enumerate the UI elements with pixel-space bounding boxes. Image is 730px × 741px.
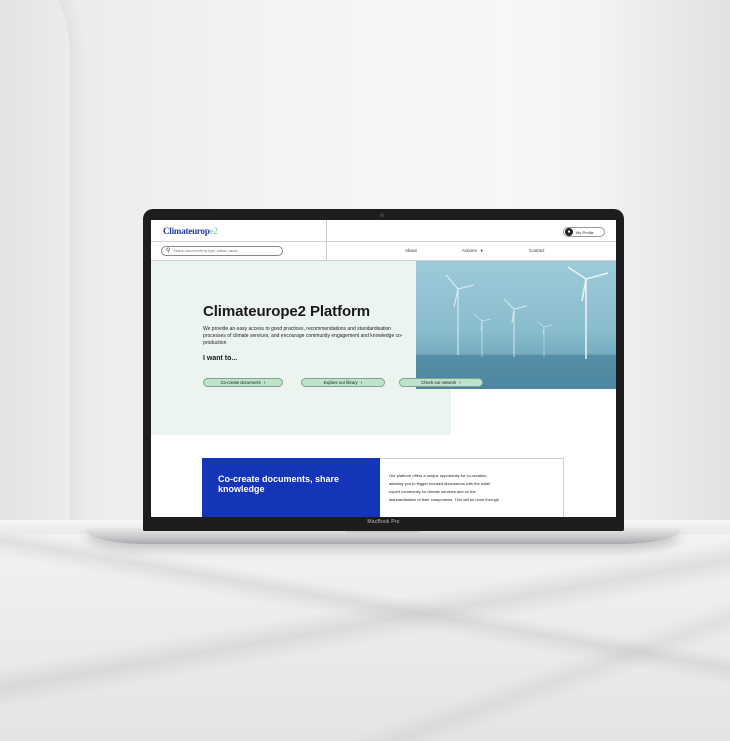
nav-actions-label: Actions xyxy=(462,248,477,253)
search-input[interactable] xyxy=(173,247,274,255)
nav-actions[interactable]: Actions ▼ xyxy=(462,248,484,253)
feature-body-line: expert community on climate services and… xyxy=(389,489,476,494)
co-create-documents-label: Co-create documents xyxy=(220,380,261,385)
nav-about-label: About xyxy=(405,248,417,253)
page-title: Climateurope2 Platform xyxy=(203,303,371,320)
logo-text-main: Climateurop xyxy=(163,226,210,236)
hero-description: We provide an easy access to good practi… xyxy=(203,326,403,346)
explore-library-button[interactable]: Explore our library › xyxy=(301,378,385,387)
wind-turbines-illustration xyxy=(416,266,616,389)
my-profile-label: My Profile xyxy=(576,229,594,235)
feature-body-text: Our platform offers a unique opportunity… xyxy=(389,472,564,504)
search-box[interactable]: ⚲ xyxy=(161,246,283,256)
feature-body-line: allowing you to trigger focused discussi… xyxy=(389,481,491,486)
hero-panel xyxy=(151,261,451,435)
nav-contact[interactable]: Contact xyxy=(529,248,545,253)
feature-body-line: Our platform offers a unique opportunity… xyxy=(389,473,488,478)
nav-contact-label: Contact xyxy=(529,248,545,253)
check-network-label: Check our network xyxy=(421,380,457,385)
user-avatar-icon: ● xyxy=(565,228,573,236)
search-icon: ⚲ xyxy=(166,248,171,254)
section-border-top xyxy=(380,458,564,459)
wall-arch xyxy=(0,0,70,540)
chevron-right-icon: › xyxy=(360,379,363,386)
laptop-lid: Climateurope2 ● My Profile ⚲ About Actio… xyxy=(143,209,624,531)
co-create-feature-card: Co-create documents, share knowledge xyxy=(202,458,380,517)
laptop-chin: MacBook Pro xyxy=(143,517,624,531)
wind-turbines-image xyxy=(416,261,616,389)
nav-about[interactable]: About xyxy=(405,248,417,253)
header-divider-vertical xyxy=(326,220,327,260)
photo-scene: Climateurope2 ● My Profile ⚲ About Actio… xyxy=(0,0,730,741)
site-logo[interactable]: Climateurope2 xyxy=(163,226,218,236)
chevron-down-icon: ▼ xyxy=(479,248,484,253)
i-want-to-heading: I want to... xyxy=(203,355,238,362)
chevron-right-icon: › xyxy=(263,379,266,386)
check-network-button[interactable]: Check our network › xyxy=(399,378,483,387)
co-create-documents-button[interactable]: Co-create documents › xyxy=(203,378,283,387)
marble-surface xyxy=(0,534,730,741)
model-label: MacBook Pro xyxy=(367,519,400,525)
logo-text-accent: e2 xyxy=(209,226,218,236)
explore-library-label: Explore our library xyxy=(323,380,358,385)
feature-body-line: standardisation of their components. Thi… xyxy=(389,497,499,502)
webcam xyxy=(380,213,384,217)
my-profile-button[interactable]: ● My Profile xyxy=(563,227,605,237)
chevron-right-icon: › xyxy=(459,379,461,386)
feature-heading: Co-create documents, share knowledge xyxy=(218,474,340,494)
laptop-screen: Climateurope2 ● My Profile ⚲ About Actio… xyxy=(151,220,616,517)
header-divider-middle xyxy=(151,241,616,242)
